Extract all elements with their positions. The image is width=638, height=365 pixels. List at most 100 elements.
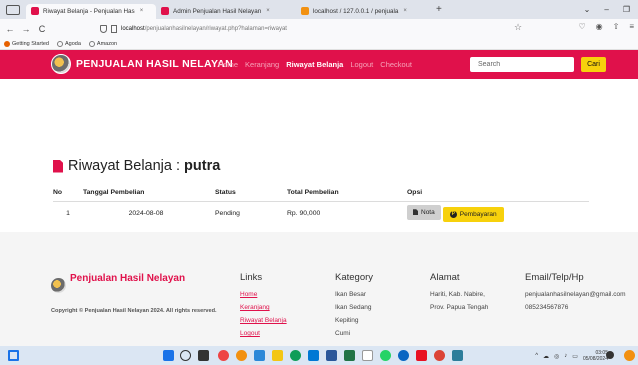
- main-menu: Home Keranjang Riwayat Belanja Logout Ch…: [218, 60, 412, 69]
- menu-checkout[interactable]: Checkout: [380, 60, 412, 69]
- footer-kategory-item: Ikan Sedang: [335, 304, 372, 311]
- battery-icon[interactable]: ▭: [572, 353, 578, 360]
- col-tanggal: Tanggal Pembelian: [83, 185, 209, 202]
- bookmark-agoda[interactable]: Agoda: [57, 41, 81, 47]
- shield-icon[interactable]: [100, 25, 107, 33]
- footer-alamat-line: Prov. Papua Tengah: [430, 304, 489, 311]
- footer-alamat-line: Hariti, Kab. Nabire,: [430, 291, 485, 298]
- table-row: 1 2024-08-08 Pending Rp. 90,000 Nota P P…: [53, 201, 589, 225]
- pocket-icon[interactable]: ♡: [578, 22, 585, 31]
- menu-icon[interactable]: ≡: [629, 22, 634, 31]
- file-icon: [53, 159, 63, 173]
- whatsapp-icon[interactable]: [380, 350, 391, 361]
- address-bar[interactable]: localhost/penjualanhasilnelayan/riwayat.…: [100, 22, 530, 36]
- footer-links-title: Links: [240, 272, 263, 283]
- mail-icon[interactable]: [254, 350, 265, 361]
- pembayaran-button[interactable]: P Pembayaran: [442, 206, 504, 222]
- minimize-icon[interactable]: –: [604, 5, 608, 14]
- footer-link-keranjang[interactable]: Keranjang: [240, 304, 270, 311]
- close-tab-icon[interactable]: ×: [140, 8, 144, 14]
- col-total: Total Pembelian: [281, 185, 401, 202]
- search-input[interactable]: [470, 57, 574, 72]
- word-icon[interactable]: [326, 350, 337, 361]
- search-button[interactable]: Cari: [581, 57, 606, 72]
- menu-logout[interactable]: Logout: [350, 60, 373, 69]
- site-brand[interactable]: PENJUALAN HASIL NELAYAN: [76, 58, 233, 70]
- app-icon[interactable]: [416, 350, 427, 361]
- col-status: Status: [209, 185, 281, 202]
- extensions-icon[interactable]: ⇧: [613, 22, 620, 31]
- menu-keranjang[interactable]: Keranjang: [245, 60, 279, 69]
- footer-contact-title: Email/Telp/Hp: [525, 272, 584, 283]
- nota-label: Nota: [421, 208, 435, 216]
- clock[interactable]: 03:05 05/08/2024: [583, 350, 608, 362]
- cell-opsi: Nota P Pembayaran: [401, 201, 589, 225]
- tab-phpmyadmin[interactable]: localhost / 127.0.0.1 / penjuala ×: [296, 4, 432, 19]
- pma-favicon-icon: [301, 7, 309, 15]
- cloud-icon[interactable]: ☁: [543, 353, 549, 360]
- file-explorer-icon[interactable]: [272, 350, 283, 361]
- pembayaran-label: Pembayaran: [459, 210, 497, 218]
- footer-contact: Email/Telp/Hp penjualanhasilnelayan@gmai…: [525, 272, 626, 314]
- close-tab-icon[interactable]: ×: [266, 8, 270, 14]
- cell-total: Rp. 90,000: [287, 209, 321, 217]
- wifi-icon[interactable]: ◎: [554, 353, 559, 360]
- tab-list-icon[interactable]: ⌄: [584, 5, 591, 14]
- volume-icon[interactable]: ♪: [564, 353, 567, 359]
- tab-label: localhost / 127.0.0.1 / penjuala: [313, 7, 399, 15]
- browser-tab-bar: Riwayat Belanja - Penjualan Has × Admin …: [0, 0, 638, 19]
- firefox-icon: [4, 41, 10, 47]
- footer-links: Links Home Keranjang Riwayat Belanja Log…: [240, 272, 287, 340]
- edge-icon[interactable]: [290, 350, 301, 361]
- tab-label: Riwayat Belanja - Penjualan Has: [43, 7, 135, 15]
- tab-riwayat[interactable]: Riwayat Belanja - Penjualan Has ×: [26, 3, 156, 19]
- app-icon[interactable]: [218, 350, 229, 361]
- footer-kategory-item: Cumi: [335, 330, 351, 337]
- page-title-username: putra: [184, 158, 221, 174]
- back-icon[interactable]: ←: [4, 24, 16, 34]
- maximize-icon[interactable]: ❐: [623, 5, 630, 14]
- chrome-icon[interactable]: [434, 350, 445, 361]
- app-icon[interactable]: [398, 350, 409, 361]
- copilot-icon[interactable]: [624, 350, 635, 361]
- footer-kategory-item: Kepiting: [335, 317, 359, 324]
- page-title-text: Riwayat Belanja :: [68, 158, 181, 174]
- footer-link-logout[interactable]: Logout: [240, 330, 260, 337]
- bookmark-label: Getting Started: [12, 41, 49, 47]
- task-view-icon[interactable]: [198, 350, 209, 361]
- chevron-up-icon[interactable]: ^: [535, 353, 538, 359]
- account-icon[interactable]: ◉: [596, 22, 603, 31]
- bookmark-amazon[interactable]: Amazon: [88, 41, 118, 47]
- system-tray: ^ ☁ ◎ ♪ ▭ 03:05 05/08/2024: [535, 350, 608, 362]
- new-tab-icon[interactable]: +: [436, 4, 442, 15]
- store-icon[interactable]: [308, 350, 319, 361]
- tab-label: Admin Penjualan Hasil Nelayan: [173, 7, 262, 15]
- globe-icon: [57, 41, 63, 47]
- footer-email: penjualanhasilnelayan@gmail.com: [525, 291, 626, 298]
- bookmark-star-icon[interactable]: ☆: [514, 22, 522, 33]
- notification-icon[interactable]: [606, 351, 614, 359]
- close-tab-icon[interactable]: ×: [403, 8, 407, 14]
- app-icon[interactable]: [362, 350, 373, 361]
- footer-link-home[interactable]: Home: [240, 291, 257, 298]
- search-icon[interactable]: [180, 350, 191, 361]
- window-menu-icon[interactable]: [6, 4, 20, 15]
- menu-riwayat-belanja[interactable]: Riwayat Belanja: [286, 60, 343, 69]
- table-header-row: No Tanggal Pembelian Status Total Pembel…: [53, 185, 589, 202]
- excel-icon[interactable]: [344, 350, 355, 361]
- reload-icon[interactable]: C: [36, 24, 48, 34]
- tab-admin[interactable]: Admin Penjualan Hasil Nelayan ×: [156, 4, 296, 19]
- col-no: No: [53, 185, 83, 202]
- bookmark-label: Amazon: [96, 41, 118, 47]
- bookmark-getting-started[interactable]: Getting Started: [4, 41, 49, 47]
- widgets-icon[interactable]: [8, 350, 19, 361]
- footer-link-riwayat-belanja[interactable]: Riwayat Belanja: [240, 317, 287, 324]
- forward-icon[interactable]: →: [20, 24, 32, 34]
- start-icon[interactable]: [163, 350, 174, 361]
- app-icon[interactable]: [452, 350, 463, 361]
- menu-home[interactable]: Home: [218, 60, 238, 69]
- page-info-icon[interactable]: [111, 25, 117, 33]
- firefox-icon[interactable]: [236, 350, 247, 361]
- nota-button[interactable]: Nota: [407, 204, 441, 220]
- site-logo-icon[interactable]: [51, 54, 71, 74]
